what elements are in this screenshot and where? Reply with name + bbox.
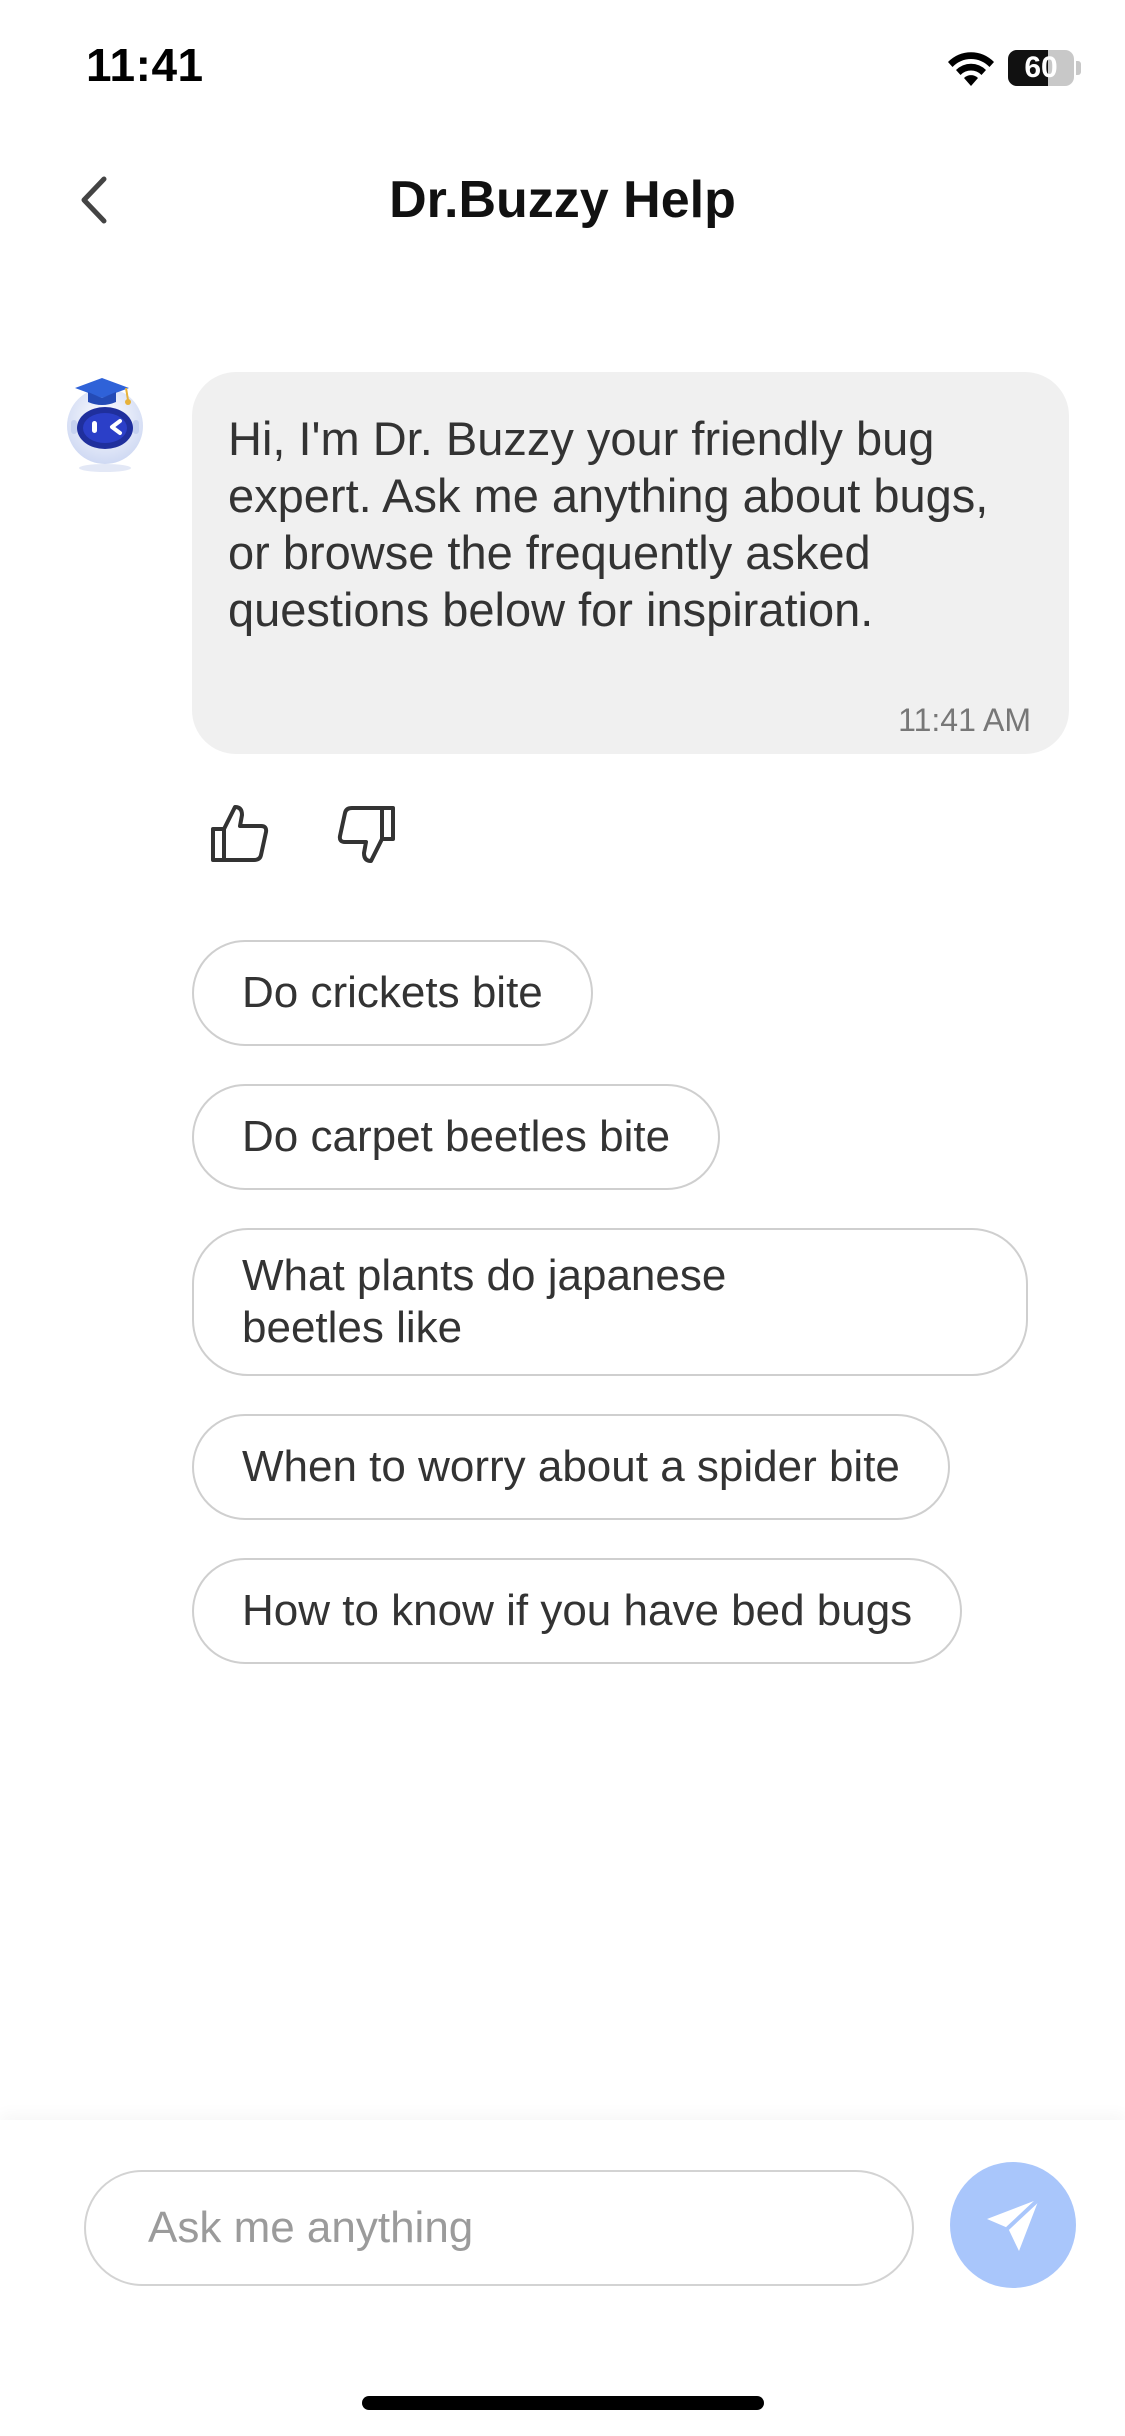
suggestion-chip[interactable]: What plants do japanese beetles like <box>192 1228 1028 1376</box>
send-button[interactable] <box>950 2162 1076 2288</box>
suggestion-chip[interactable]: Do crickets bite <box>192 940 593 1046</box>
suggestion-chip[interactable]: When to worry about a spider bite <box>192 1414 950 1520</box>
bot-avatar <box>67 378 143 472</box>
status-bar: 11:41 60 <box>0 0 1125 140</box>
battery-icon: 60 <box>1008 50 1081 86</box>
suggestion-chip[interactable]: How to know if you have bed bugs <box>192 1558 963 1664</box>
thumbs-up-button[interactable] <box>202 796 278 872</box>
bot-message-text: Hi, I'm Dr. Buzzy your friendly bug expe… <box>228 412 989 636</box>
thumbs-down-button[interactable] <box>328 796 404 872</box>
status-time: 11:41 <box>86 39 204 91</box>
wifi-icon <box>948 52 994 86</box>
message-input[interactable] <box>148 2172 888 2284</box>
message-timestamp: 11:41 AM <box>898 702 1031 738</box>
composer-bar <box>0 2120 1125 2436</box>
suggestion-chip-label: What plants do japanese beetles like <box>242 1251 727 1352</box>
bot-message-bubble: Hi, I'm Dr. Buzzy your friendly bug expe… <box>192 372 1069 754</box>
nav-bar: Dr.Buzzy Help <box>0 140 1125 260</box>
home-indicator <box>362 2396 764 2410</box>
battery-percent: 60 <box>1024 51 1058 84</box>
thumbs-up-icon <box>211 805 269 862</box>
chat-screen: 11:41 60 Dr.Buzzy Help Hi, I'm Dr. Buzzy… <box>0 0 1125 2436</box>
message-input-container <box>84 2170 914 2286</box>
page-title: Dr.Buzzy Help <box>389 171 736 229</box>
suggestion-chip[interactable]: Do carpet beetles bite <box>192 1084 721 1190</box>
send-icon <box>987 2197 1041 2251</box>
thumbs-down-icon <box>337 806 395 863</box>
